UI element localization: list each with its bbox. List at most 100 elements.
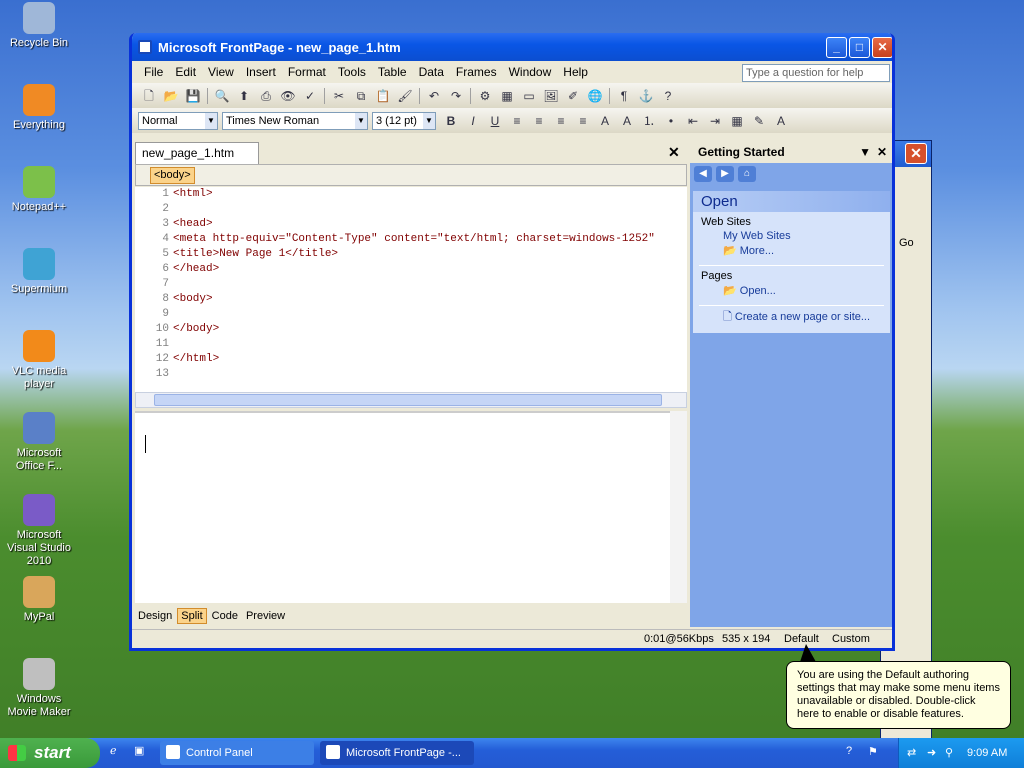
redo-icon[interactable]: ↷ (448, 88, 464, 104)
decrease-indent-icon[interactable]: ⇤ (685, 113, 701, 129)
bullets-icon[interactable]: • (663, 113, 679, 129)
drawing-icon[interactable]: ✐ (565, 88, 581, 104)
vertical-scrollbar[interactable] (670, 411, 687, 603)
font-color-icon[interactable]: A (773, 113, 789, 129)
horizontal-scrollbar[interactable] (135, 392, 687, 408)
more-link[interactable]: 📂 More... (693, 242, 890, 257)
menu-window[interactable]: Window (503, 65, 558, 79)
back-arrow-icon[interactable]: ◀ (694, 166, 712, 182)
create-new-link[interactable]: 🗋 Create a new page or site... (693, 306, 890, 327)
close-document-icon[interactable]: ✕ (668, 144, 680, 161)
align-left-icon[interactable]: ≡ (509, 113, 525, 129)
layer-icon[interactable]: ▭ (521, 88, 537, 104)
justify-icon[interactable]: ≡ (575, 113, 591, 129)
save-icon[interactable]: 💾 (185, 88, 201, 104)
paste-icon[interactable]: 📋 (375, 88, 391, 104)
cut-icon[interactable]: ✂ (331, 88, 347, 104)
italic-icon[interactable]: I (465, 113, 481, 129)
desktop-icon[interactable]: MyPal (0, 576, 78, 624)
font-size-dropdown[interactable]: 3 (12 pt) ▼ (372, 111, 436, 130)
menu-table[interactable]: Table (372, 65, 413, 79)
my-web-sites-link[interactable]: My Web Sites (693, 228, 890, 242)
bold-icon[interactable]: B (443, 113, 459, 129)
desktop-icon[interactable]: Windows Movie Maker (0, 658, 78, 719)
home-icon[interactable]: ⌂ (738, 166, 756, 182)
hyperlink-icon[interactable]: 🌐 (587, 88, 603, 104)
go-button[interactable]: Go (899, 237, 914, 249)
menu-tools[interactable]: Tools (332, 65, 372, 79)
help-icon[interactable]: ? (660, 88, 676, 104)
taskbar-button[interactable]: Microsoft FrontPage -... (320, 741, 474, 765)
new-page-icon[interactable]: 🗋 (141, 88, 157, 104)
menu-file[interactable]: File (138, 65, 169, 79)
minimize-icon[interactable]: _ (826, 37, 847, 58)
desktop-icon[interactable]: Supermium (0, 248, 78, 296)
help-tray-icon[interactable]: ? (846, 745, 852, 757)
open-folder-icon[interactable]: 📂 (163, 88, 179, 104)
desktop-icon[interactable]: Recycle Bin (0, 2, 78, 50)
document-tab[interactable]: new_page_1.htm (135, 142, 260, 164)
show-all-icon[interactable]: ¶ (616, 88, 632, 104)
format-painter-icon[interactable]: 🖌 (397, 88, 413, 104)
web-component-icon[interactable]: ⚙ (477, 88, 493, 104)
desktop-icon[interactable]: Everything (0, 84, 78, 132)
menu-view[interactable]: View (202, 65, 240, 79)
view-tab-preview[interactable]: Preview (243, 609, 288, 623)
center-icon[interactable]: ≡ (531, 113, 547, 129)
task-pane-header[interactable]: Getting Started ▼ ✕ (690, 141, 892, 163)
borders-icon[interactable]: ▦ (729, 113, 745, 129)
internet-explorer-icon[interactable]: ℯ (110, 744, 117, 757)
print-icon[interactable]: ⎙ (258, 88, 274, 104)
find-icon[interactable]: 🔍 (214, 88, 230, 104)
notification-icon[interactable]: ⚑ (868, 745, 878, 758)
copy-icon[interactable]: ⧉ (353, 88, 369, 104)
desktop-icon[interactable]: Microsoft Visual Studio 2010 (0, 494, 78, 568)
font-dropdown[interactable]: Times New Roman ▼ (222, 111, 368, 130)
style-dropdown[interactable]: Normal ▼ (138, 111, 218, 130)
desktop-icon[interactable]: Notepad++ (0, 166, 78, 214)
menu-insert[interactable]: Insert (240, 65, 282, 79)
close-icon[interactable]: ✕ (872, 37, 892, 58)
clock[interactable]: 9:09 AM (967, 738, 1007, 768)
open-page-link[interactable]: 📂 Open... (693, 282, 890, 297)
ask-question-input[interactable]: Type a question for help (742, 64, 890, 82)
menu-edit[interactable]: Edit (169, 65, 202, 79)
forward-arrow-icon[interactable]: ▶ (716, 166, 734, 182)
insert-table-icon[interactable]: ▦ (499, 88, 515, 104)
maximize-icon[interactable]: □ (849, 37, 870, 58)
menu-format[interactable]: Format (282, 65, 332, 79)
preview-icon[interactable]: 👁 (280, 88, 296, 104)
bookmark-icon[interactable]: ⚓ (638, 88, 654, 104)
window-titlebar[interactable]: Microsoft FrontPage - new_page_1.htm (132, 33, 892, 61)
task-pane-dropdown-icon[interactable]: ▼ (859, 141, 871, 163)
menu-frames[interactable]: Frames (450, 65, 503, 79)
desktop-icon[interactable]: VLC media player (0, 330, 78, 391)
view-tab-code[interactable]: Code (209, 609, 241, 623)
publish-icon[interactable]: ⬆ (236, 88, 252, 104)
grow-font-icon[interactable]: A (597, 113, 613, 129)
code-view[interactable]: 1 <html> 2 3 <head> 4 <meta http-equiv="Conten… (135, 187, 687, 392)
view-tab-split[interactable]: Split (177, 608, 207, 624)
design-view[interactable] (135, 411, 687, 603)
body-tag[interactable]: <body> (150, 167, 195, 184)
taskbar-button[interactable]: Control Panel (160, 741, 314, 765)
spelling-icon[interactable]: ✓ (302, 88, 318, 104)
scrollbar-thumb[interactable] (154, 394, 662, 406)
undo-icon[interactable]: ↶ (426, 88, 442, 104)
increase-indent-icon[interactable]: ⇥ (707, 113, 723, 129)
authoring-tooltip[interactable]: You are using the Default authoring sett… (786, 661, 1011, 729)
numbering-icon[interactable]: ⒈ (641, 113, 657, 129)
desktop-icon[interactable]: Microsoft Office F... (0, 412, 78, 473)
background-window-close-icon[interactable]: ✕ (905, 143, 927, 164)
show-desktop-icon[interactable]: ▣ (134, 744, 144, 757)
menu-help[interactable]: Help (557, 65, 594, 79)
network-icon[interactable]: ⇄ (907, 738, 916, 768)
align-right-icon[interactable]: ≡ (553, 113, 569, 129)
shrink-font-icon[interactable]: A (619, 113, 635, 129)
start-button[interactable]: start (0, 738, 100, 768)
search-icon[interactable]: ⚲ (945, 738, 953, 768)
underline-icon[interactable]: U (487, 113, 503, 129)
view-tab-design[interactable]: Design (135, 609, 175, 623)
highlight-icon[interactable]: ✎ (751, 113, 767, 129)
custom-mode[interactable]: Custom (832, 633, 870, 645)
